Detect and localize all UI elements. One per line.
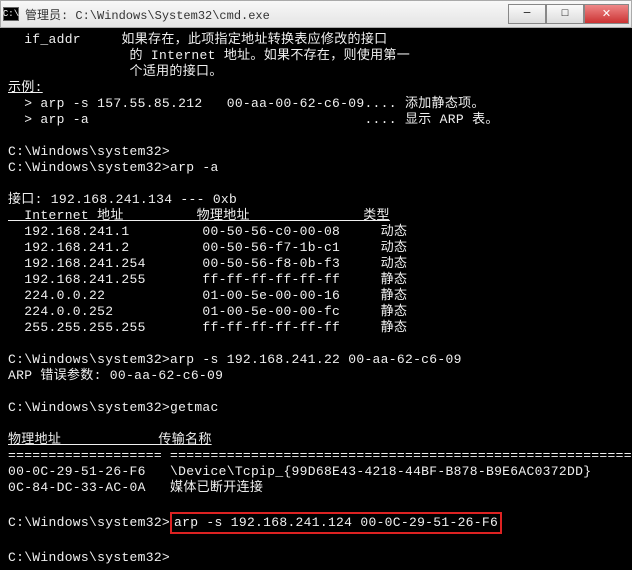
example-heading: 示例: (8, 80, 43, 95)
highlighted-command: arp -s 192.168.241.124 00-0C-29-51-26-F6 (170, 512, 502, 534)
prompt-line: C:\Windows\system32> (8, 144, 170, 159)
prompt-line: C:\Windows\system32> (8, 515, 170, 530)
close-button[interactable]: ✕ (584, 4, 629, 24)
interface-line: 接口: 192.168.241.134 --- 0xb (8, 192, 237, 207)
cmd-icon: C:\ (3, 7, 19, 21)
maximize-button[interactable]: □ (546, 4, 584, 24)
help-line: if_addr 如果存在，此项指定地址转换表应修改的接口 (8, 32, 387, 47)
command-line: C:\Windows\system32>arp -a (8, 160, 219, 175)
arp-row: 192.168.241.2 00-50-56-f7-1b-c1 动态 (8, 240, 407, 255)
arp-row: 224.0.0.252 01-00-5e-00-00-fc 静态 (8, 304, 407, 319)
window-title-text: 管理员: C:\Windows\System32\cmd.exe (25, 6, 508, 23)
example-line: > arp -s 157.55.85.212 00-aa-00-62-c6-09… (8, 96, 485, 111)
arp-row: 255.255.255.255 ff-ff-ff-ff-ff-ff 静态 (8, 320, 407, 335)
window-title-bar: C:\ 管理员: C:\Windows\System32\cmd.exe ─ □… (0, 0, 632, 28)
prompt-line: C:\Windows\system32> (8, 550, 170, 565)
arp-row: 192.168.241.255 ff-ff-ff-ff-ff-ff 静态 (8, 272, 407, 287)
arp-row: 192.168.241.254 00-50-56-f8-0b-f3 动态 (8, 256, 407, 271)
getmac-header: 物理地址 传输名称 (8, 432, 212, 447)
help-line: 个适用的接口。 (8, 64, 223, 79)
command-line: C:\Windows\system32>getmac (8, 400, 219, 415)
help-line: 的 Internet 地址。如果不存在，则使用第一 (8, 48, 410, 63)
window-controls: ─ □ ✕ (508, 4, 629, 24)
error-line: ARP 错误参数: 00-aa-62-c6-09 (8, 368, 223, 383)
arp-row: 224.0.0.22 01-00-5e-00-00-16 静态 (8, 288, 407, 303)
command-line: C:\Windows\system32>arp -s 192.168.241.2… (8, 352, 462, 367)
example-line: > arp -a .... 显示 ARP 表。 (8, 112, 499, 127)
minimize-button[interactable]: ─ (508, 4, 546, 24)
getmac-row: 0C-84-DC-33-AC-0A 媒体已断开连接 (8, 480, 263, 495)
separator-line: =================== ====================… (8, 448, 632, 463)
terminal-output[interactable]: if_addr 如果存在，此项指定地址转换表应修改的接口 的 Internet … (0, 28, 632, 570)
arp-row: 192.168.241.1 00-50-56-c0-00-08 动态 (8, 224, 407, 239)
arp-header: Internet 地址 物理地址 类型 (8, 208, 390, 223)
getmac-row: 00-0C-29-51-26-F6 \Device\Tcpip_{99D68E4… (8, 464, 591, 479)
